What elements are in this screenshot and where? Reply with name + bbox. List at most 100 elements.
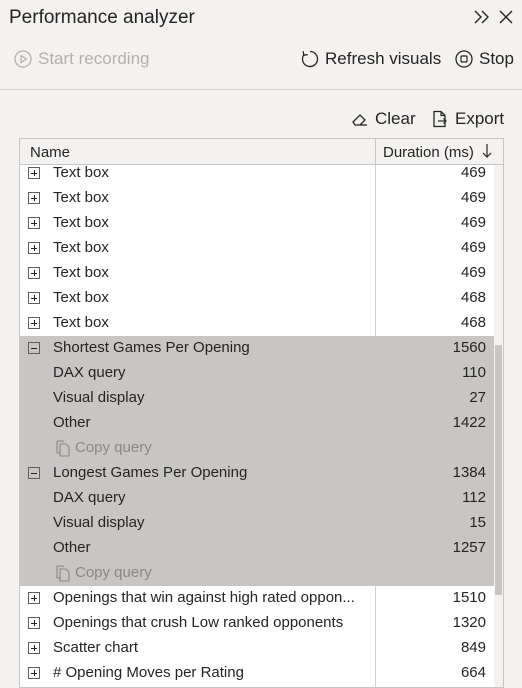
row-duration: 469 (460, 264, 486, 281)
start-recording-button[interactable]: Start recording (13, 44, 150, 74)
table-row[interactable]: Text box 469 (20, 236, 494, 261)
row-duration: 469 (460, 214, 486, 231)
row-name: Shortest Games Per Opening (53, 339, 250, 356)
row-name: Other (53, 414, 91, 431)
table-row[interactable]: Openings that crush Low ranked opponents… (20, 611, 494, 636)
expand-toggle-icon[interactable] (28, 292, 40, 304)
row-duration: 468 (460, 314, 486, 331)
refresh-visuals-label: Refresh visuals (325, 49, 442, 68)
row-duration: 1257 (452, 539, 486, 556)
table-row[interactable]: Text box 468 (20, 311, 494, 336)
copy-icon[interactable] (55, 440, 71, 457)
copy-query-link[interactable]: Copy query (75, 439, 152, 456)
table-child-row[interactable]: Visual display 15 (20, 511, 494, 536)
table-row[interactable]: Text box 469 (20, 211, 494, 236)
clear-button[interactable]: Clear (350, 104, 416, 134)
stop-button[interactable]: Stop (454, 44, 514, 74)
column-header-duration[interactable]: Duration (ms) (383, 144, 474, 161)
table-header: Name Duration (ms) (20, 139, 503, 165)
row-duration: 15 (469, 514, 486, 531)
stop-label: Stop (479, 49, 514, 68)
table-child-row[interactable]: DAX query 112 (20, 486, 494, 511)
stop-circle-icon (455, 50, 473, 68)
table-row[interactable]: Text box 468 (20, 286, 494, 311)
export-button[interactable]: Export (430, 104, 504, 134)
row-name: Openings that win against high rated opp… (53, 589, 355, 606)
row-duration: 110 (462, 364, 486, 381)
double-chevron-right-icon[interactable] (471, 6, 493, 28)
row-name: DAX query (53, 489, 126, 506)
table-row[interactable]: Shortest Games Per Opening 1560 (20, 336, 494, 361)
panel-header: Performance analyzer (0, 0, 522, 38)
row-duration: 1510 (452, 589, 486, 606)
play-circle-icon (14, 50, 32, 68)
table-child-row[interactable]: DAX query 110 (20, 361, 494, 386)
close-icon[interactable] (495, 6, 517, 28)
row-name: DAX query (53, 364, 126, 381)
copy-icon[interactable] (55, 565, 71, 582)
row-name: Openings that crush Low ranked opponents (53, 614, 344, 631)
table-row[interactable]: Text box 469 (20, 186, 494, 211)
row-name: Text box (53, 289, 109, 306)
expand-toggle-icon[interactable] (28, 217, 40, 229)
expand-toggle-icon[interactable] (28, 192, 40, 204)
scrollbar[interactable] (494, 165, 503, 687)
row-name: Text box (53, 214, 109, 231)
row-name: Text box (53, 314, 109, 331)
row-duration: 1320 (452, 614, 486, 631)
column-header-name[interactable]: Name (30, 144, 70, 161)
row-name: Visual display (53, 389, 145, 406)
row-name: Scatter chart (53, 639, 139, 656)
row-name: Text box (53, 164, 109, 181)
copy-query-row[interactable]: Copy query (20, 436, 494, 461)
copy-query-link[interactable]: Copy query (75, 564, 152, 581)
start-recording-label: Start recording (38, 49, 150, 68)
row-duration: 1422 (452, 414, 486, 431)
table-row[interactable]: Openings that win against high rated opp… (20, 586, 494, 611)
refresh-icon (301, 50, 319, 68)
row-name: Text box (53, 239, 109, 256)
expand-toggle-icon[interactable] (28, 317, 40, 329)
table-row[interactable]: Scatter chart 849 (20, 636, 494, 661)
row-name: Text box (53, 264, 109, 281)
table-row[interactable]: Text box 469 (20, 261, 494, 286)
expand-toggle-icon[interactable] (28, 642, 40, 654)
row-name: # Opening Moves per Rating (53, 664, 244, 681)
row-duration: 469 (460, 239, 486, 256)
expand-toggle-icon[interactable] (28, 242, 40, 254)
table-row[interactable]: # Opening Moves per Rating 664 (20, 661, 494, 686)
clear-label: Clear (375, 109, 416, 128)
row-name: Text box (53, 189, 109, 206)
expand-toggle-icon[interactable] (28, 267, 40, 279)
column-resize-handle[interactable] (375, 139, 376, 165)
scrollbar-thumb[interactable] (495, 345, 502, 595)
table-child-row[interactable]: Visual display 27 (20, 386, 494, 411)
row-duration: 112 (462, 489, 486, 506)
collapse-toggle-icon[interactable] (28, 467, 40, 479)
expand-toggle-icon[interactable] (28, 617, 40, 629)
row-name: Visual display (53, 514, 145, 531)
eraser-icon (352, 114, 367, 126)
collapse-toggle-icon[interactable] (28, 342, 40, 354)
sort-descending-icon[interactable] (479, 141, 495, 161)
refresh-visuals-button[interactable]: Refresh visuals (300, 44, 441, 74)
row-name: Longest Games Per Opening (53, 464, 248, 481)
table-rows: Text box 469 Text box 469 Text box 469 Text bo… (20, 161, 494, 686)
export-document-icon (433, 110, 447, 128)
actions-bar: Clear Export (0, 104, 522, 134)
expand-toggle-icon[interactable] (28, 167, 40, 179)
row-duration: 1384 (452, 464, 486, 481)
expand-toggle-icon[interactable] (28, 667, 40, 679)
table-child-row[interactable]: Other 1257 (20, 536, 494, 561)
table-row[interactable]: Longest Games Per Opening 1384 (20, 461, 494, 486)
copy-query-row[interactable]: Copy query (20, 561, 494, 586)
table-child-row[interactable]: Other 1422 (20, 411, 494, 436)
expand-toggle-icon[interactable] (28, 592, 40, 604)
row-duration: 664 (460, 664, 486, 681)
row-duration: 468 (460, 289, 486, 306)
row-name: Other (53, 539, 91, 556)
performance-table: Text box 469 Text box 469 Text box 469 Text bo… (19, 138, 504, 688)
row-duration: 27 (469, 389, 486, 406)
row-duration: 469 (460, 189, 486, 206)
row-duration: 1560 (452, 339, 486, 356)
